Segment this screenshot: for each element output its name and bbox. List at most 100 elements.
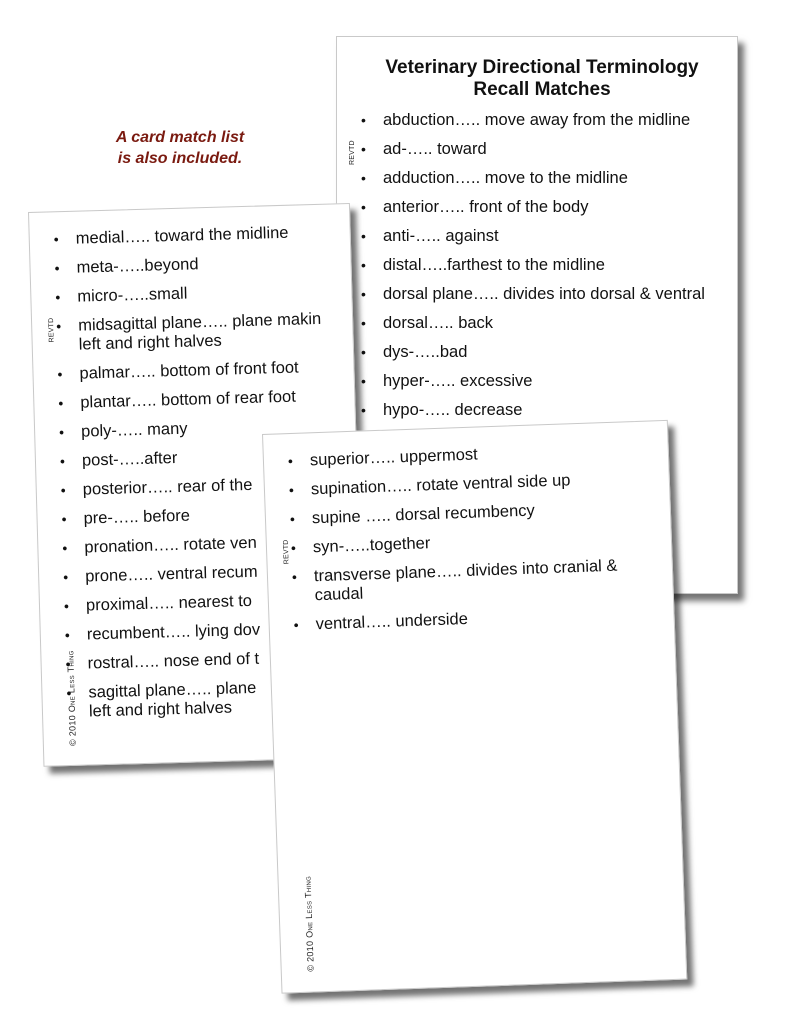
term-list-item: • midsagittal plane….. plane makin left an…	[56, 308, 365, 354]
term-list-item: • anterior….. front of the body	[361, 198, 723, 217]
bullet-icon: •	[53, 231, 59, 248]
term-list-item: • syn-…..together	[291, 526, 658, 557]
term-text: pre-….. before	[83, 506, 191, 528]
bullet-icon: •	[361, 199, 366, 215]
term-text: recumbent….. lying dov	[86, 620, 261, 644]
bullet-icon: •	[361, 112, 366, 128]
term-list-item: • anti-….. against	[361, 227, 723, 246]
bullet-icon: •	[55, 318, 62, 335]
term-text: posterior….. rear of the	[82, 475, 253, 499]
term-text: pronation….. rotate ven	[84, 533, 258, 557]
term-text: dorsal plane….. divides into dorsal & ve…	[383, 285, 705, 303]
term-list-item: • dorsal plane….. divides into dorsal & v…	[361, 285, 723, 304]
bullet-icon: •	[65, 655, 71, 673]
card-title: Veterinary Directional Terminology Recal…	[347, 57, 737, 101]
bullet-icon: •	[62, 540, 68, 557]
bullet-icon: •	[361, 170, 366, 186]
term-list-item: • ventral….. underside	[293, 603, 660, 634]
bullet-icon: •	[57, 366, 63, 383]
revtd-label: REVTD	[47, 317, 56, 343]
term-text: hypo-….. decrease	[383, 401, 523, 419]
bullet-icon: •	[290, 539, 297, 557]
card-title-line-2: Recall Matches	[473, 79, 611, 100]
term-text: ad-….. toward	[383, 140, 487, 158]
term-list-item: • adduction….. move to the midline	[361, 169, 723, 188]
promo-note-line-1: A card match list	[115, 129, 245, 146]
term-text: micro-…..small	[77, 284, 188, 306]
bullet-icon: •	[59, 453, 66, 470]
term-list-item: • transverse plane….. divides into crania…	[292, 555, 660, 605]
bullet-icon: •	[291, 568, 298, 586]
term-text: distal…..farthest to the midline	[383, 256, 605, 274]
term-text: adduction….. move to the midline	[383, 169, 628, 187]
term-card-front: REVTD © 2010 One Less Thing • superior…..…	[262, 419, 688, 994]
promo-note-line-2: is also included.	[117, 150, 243, 167]
bullet-icon: •	[288, 481, 295, 499]
bullet-icon: •	[63, 598, 70, 615]
term-text: dys-…..bad	[383, 343, 468, 361]
term-text: rostral….. nose end of t	[87, 649, 260, 673]
term-text: post-…..after	[81, 448, 178, 470]
term-text: palmar….. bottom of front foot	[79, 358, 299, 383]
term-list-item: • medial….. toward the midline	[54, 221, 366, 248]
term-list-item: • supine ….. dorsal recumbency	[290, 497, 657, 528]
term-text: anti-….. against	[383, 227, 499, 245]
term-list-item: • hypo-….. decrease	[361, 401, 723, 420]
term-text: supination….. rotate ventral side up	[310, 471, 571, 499]
term-list-item: • meta-…..beyond	[54, 250, 365, 277]
bullet-icon: •	[54, 260, 60, 277]
term-text-continued: left and right halves	[78, 331, 223, 354]
term-text: ventral….. underside	[315, 609, 469, 634]
term-list-item: • plantar….. bottom of rear foot	[58, 385, 365, 412]
term-list-item: • palmar….. bottom of front foot	[57, 356, 365, 383]
term-list-item: • dys-…..bad	[361, 343, 723, 362]
bullet-icon: •	[361, 257, 366, 273]
card-title-line-1: Veterinary Directional Terminology	[385, 57, 699, 78]
term-list-item: • supination….. rotate ventral side up	[289, 468, 656, 499]
bullet-icon: •	[361, 286, 366, 302]
term-list-item: • dorsal….. back	[361, 314, 723, 333]
term-text: proximal….. nearest to	[85, 591, 253, 615]
term-text: poly-….. many	[80, 419, 188, 441]
revtd-label: REVTD	[282, 539, 291, 565]
bullet-icon: •	[61, 511, 67, 528]
bullet-icon: •	[55, 289, 61, 306]
bullet-icon: •	[361, 315, 366, 331]
term-list-item: • distal…..farthest to the midline	[361, 256, 723, 275]
term-text: medial….. toward the midline	[75, 223, 289, 248]
term-list-item: • abduction….. move away from the midline	[361, 111, 723, 130]
bullet-icon: •	[361, 141, 366, 157]
bullet-icon: •	[62, 569, 69, 586]
copyright-label: © 2010 One Less Thing	[302, 875, 316, 972]
bullet-icon: •	[361, 228, 366, 244]
term-text: transverse plane….. divides into cranial…	[313, 556, 618, 605]
bullet-icon: •	[361, 402, 366, 418]
term-text: prone….. ventral recum	[84, 562, 258, 586]
term-list-item: • hyper-….. excessive	[361, 372, 723, 391]
term-text: anterior….. front of the body	[383, 198, 589, 216]
bullet-icon: •	[60, 482, 66, 499]
revtd-label: REVTD	[349, 140, 356, 165]
term-list-item: • superior….. uppermost	[288, 439, 655, 470]
term-text: superior….. uppermost	[309, 445, 478, 470]
term-text: midsagittal plane….. plane makin	[77, 309, 322, 335]
term-list-item: • micro-…..small	[55, 279, 365, 306]
bullet-icon: •	[58, 395, 64, 412]
bullet-icon: •	[289, 510, 296, 528]
term-text: hyper-….. excessive	[383, 372, 533, 390]
bullet-icon: •	[58, 424, 65, 441]
term-list: • abduction….. move away from the midline…	[361, 111, 723, 430]
term-text: meta-…..beyond	[76, 255, 199, 277]
bullet-icon: •	[66, 684, 72, 702]
bullet-icon: •	[361, 373, 366, 389]
bullet-icon: •	[361, 344, 366, 360]
term-text: abduction….. move away from the midline	[383, 111, 691, 129]
bullet-icon: •	[287, 452, 294, 470]
term-list-item: • ad-….. toward	[361, 140, 723, 159]
term-text: plantar….. bottom of rear foot	[80, 387, 297, 412]
term-text: supine ….. dorsal recumbency	[311, 501, 536, 528]
term-text-continued: left and right halves	[88, 698, 233, 721]
term-text: dorsal….. back	[383, 314, 494, 332]
bullet-icon: •	[64, 627, 70, 644]
promo-note: A card match list is also included.	[80, 127, 280, 169]
